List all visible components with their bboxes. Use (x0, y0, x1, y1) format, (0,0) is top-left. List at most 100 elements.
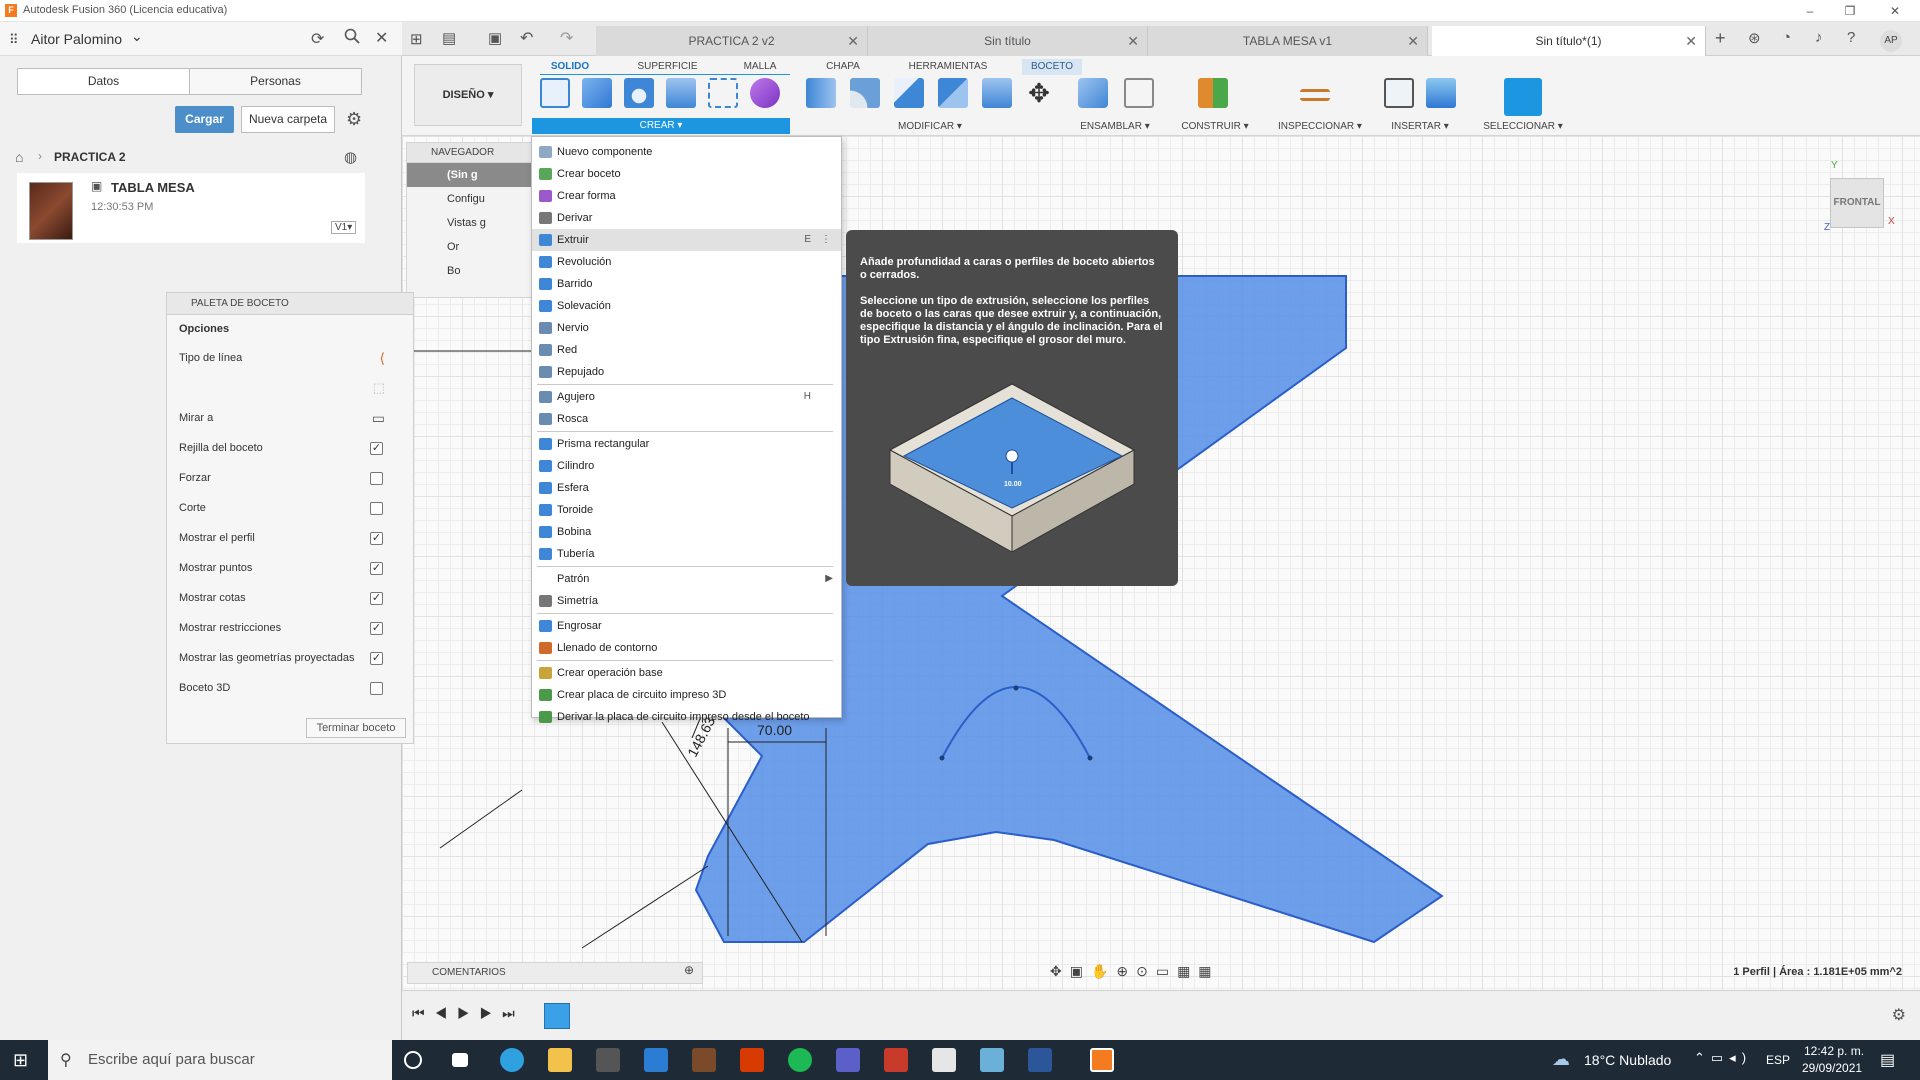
view-cube[interactable]: FRONTAL (1830, 178, 1884, 228)
new-component-tool-icon[interactable] (1078, 78, 1108, 108)
inspeccionar-menu-button[interactable]: INSPECCIONAR ▾ (1270, 120, 1370, 134)
grid-menu-icon[interactable]: ⠿ (9, 32, 19, 48)
finish-sketch-button[interactable]: Terminar boceto (306, 718, 406, 738)
version-badge[interactable]: V1▾ (331, 221, 357, 234)
menu-item[interactable]: Esfera (532, 477, 841, 499)
nav-row-views[interactable]: Vistas g (407, 211, 535, 235)
save-icon[interactable]: ▣ (488, 29, 502, 47)
weather-text[interactable]: 18°C Nublado (1584, 1052, 1671, 1068)
app-icon[interactable] (692, 1048, 716, 1072)
app-icon-2[interactable] (980, 1048, 1004, 1072)
menu-item[interactable]: Llenado de contorno (532, 637, 841, 659)
menu-item[interactable]: Prisma rectangular (532, 433, 841, 455)
construction-icon[interactable]: ⬚ (373, 373, 385, 403)
spotify-icon[interactable] (788, 1048, 812, 1072)
crear-menu-button[interactable]: CREAR ▾ (532, 118, 790, 134)
menu-item[interactable]: Toroide (532, 499, 841, 521)
avatar[interactable]: AP (1880, 30, 1902, 52)
menu-item[interactable]: Crear forma (532, 185, 841, 207)
tab-sin-titulo-1[interactable]: Sin título*(1) ✕ (1432, 26, 1706, 56)
menu-item[interactable]: Agujero H (532, 386, 841, 408)
press-pull-tool-icon[interactable] (806, 78, 836, 108)
tab-herramientas[interactable]: HERRAMIENTAS (898, 59, 998, 75)
menu-item[interactable]: Engrosar (532, 615, 841, 637)
help-icon[interactable]: ? (1847, 29, 1855, 46)
file-card[interactable]: ▣ TABLA MESA 12:30:53 PM V1▾ (17, 173, 365, 243)
menu-item[interactable]: Crear boceto (532, 163, 841, 185)
tab-sin-titulo[interactable]: Sin título ✕ (868, 26, 1148, 56)
form-tool-icon[interactable] (750, 78, 780, 108)
job-status-icon[interactable]: ◔ (1782, 29, 1791, 46)
menu-item[interactable]: Bobina (532, 521, 841, 543)
file-menu-icon[interactable]: ▤ (442, 29, 456, 47)
notifications-center-icon[interactable]: ▤ (1880, 1050, 1895, 1070)
weather-icon[interactable]: ☁ (1552, 1049, 1570, 1070)
menu-item[interactable]: Revolución (532, 251, 841, 273)
close-panel-icon[interactable]: ✕ (375, 28, 388, 48)
profile-checkbox[interactable]: ✓ (370, 532, 383, 545)
timeline-sketch-icon[interactable] (544, 1003, 570, 1029)
menu-item[interactable]: Crear operación base (532, 662, 841, 684)
tab-solido[interactable]: SOLIDO (545, 59, 595, 75)
construir-menu-button[interactable]: CONSTRUIR ▾ (1170, 120, 1260, 134)
seleccionar-menu-button[interactable]: SELECCIONAR ▾ (1478, 120, 1568, 134)
taskbar-search-input[interactable]: Escribe aquí para buscar (48, 1040, 392, 1080)
tab-superficie[interactable]: SUPERFICIE (630, 59, 705, 75)
linetype-icon[interactable]: ⟨ (380, 343, 385, 373)
nav-row-settings[interactable]: Configu (407, 187, 535, 211)
notepad-icon[interactable] (932, 1048, 956, 1072)
breadcrumb[interactable]: PRACTICA 2 (54, 150, 126, 164)
home-icon[interactable]: ⌂ (15, 149, 23, 165)
tab-boceto[interactable]: BOCETO (1022, 59, 1082, 75)
search-icon[interactable] (344, 28, 360, 44)
language-indicator[interactable]: ESP (1766, 1053, 1790, 1067)
task-view-icon[interactable] (452, 1053, 468, 1067)
projected-checkbox[interactable]: ✓ (370, 652, 383, 665)
office-icon[interactable] (740, 1048, 764, 1072)
insert-derive-tool-icon[interactable] (1384, 78, 1414, 108)
move-tool-icon[interactable]: ✥ (1024, 78, 1054, 108)
tab-personas[interactable]: Personas (189, 68, 362, 95)
menu-item[interactable]: Solevación (532, 295, 841, 317)
settings-gear-icon[interactable]: ⚙ (346, 109, 362, 130)
clock-date[interactable]: 29/09/2021 (1802, 1061, 1862, 1075)
pattern-tool-icon[interactable] (708, 78, 738, 108)
nav-row-sketches[interactable]: Bo (407, 259, 535, 283)
menu-item[interactable]: Repujado (532, 361, 841, 383)
restore-button[interactable]: ❐ (1835, 2, 1865, 20)
workspace-selector[interactable]: DISEÑO ▾ (414, 64, 522, 126)
menu-item[interactable]: Patrón ▶ (532, 568, 841, 590)
more-options-icon[interactable]: ⋮ (821, 229, 831, 251)
app-grid-icon[interactable] (884, 1048, 908, 1072)
cargar-button[interactable]: Cargar (175, 106, 234, 133)
nav-row-root[interactable]: (Sin g (407, 163, 535, 187)
slice-checkbox[interactable] (370, 502, 383, 515)
timeline-settings-icon[interactable]: ⚙ (1892, 1005, 1906, 1025)
navigation-bar-icons[interactable]: ✥▣✋⊕⊙▭▦▦ (1050, 963, 1220, 980)
combine-tool-icon[interactable] (938, 78, 968, 108)
palette-header[interactable]: PALETA DE BOCETO (167, 293, 413, 315)
timeline-controls-icon[interactable]: ⏮◀▶▶⏭ (412, 1005, 525, 1022)
tab-malla[interactable]: MALLA (735, 59, 785, 75)
tab-chapa[interactable]: CHAPA (818, 59, 868, 75)
chamfer-tool-icon[interactable] (894, 78, 924, 108)
clock-time[interactable]: 12:42 p. m. (1804, 1044, 1864, 1058)
close-button[interactable]: ✕ (1880, 2, 1910, 20)
ensamblar-menu-button[interactable]: ENSAMBLAR ▾ (1070, 120, 1160, 134)
menu-item[interactable]: Cilindro (532, 455, 841, 477)
tab-practica-2[interactable]: PRACTICA 2 v2 ✕ (596, 26, 868, 56)
navigator-header[interactable]: NAVEGADOR (407, 143, 535, 163)
menu-item[interactable]: Extruir E ⋮ (532, 229, 841, 251)
menu-item[interactable]: Red (532, 339, 841, 361)
menu-item[interactable]: Barrido (532, 273, 841, 295)
grid-checkbox[interactable]: ✓ (370, 442, 383, 455)
joint-tool-icon[interactable] (1124, 78, 1154, 108)
undo-icon[interactable]: ↶ (520, 28, 533, 48)
new-folder-button[interactable]: Nueva carpeta (241, 106, 335, 133)
close-tab-icon[interactable]: ✕ (1685, 26, 1697, 56)
tab-datos[interactable]: Datos (17, 68, 190, 95)
notifications-icon[interactable]: ♪ (1815, 29, 1823, 46)
close-tab-icon[interactable]: ✕ (1407, 26, 1419, 56)
comments-panel[interactable]: COMENTARIOS (407, 962, 703, 984)
refresh-icon[interactable]: ⟳ (311, 29, 324, 49)
